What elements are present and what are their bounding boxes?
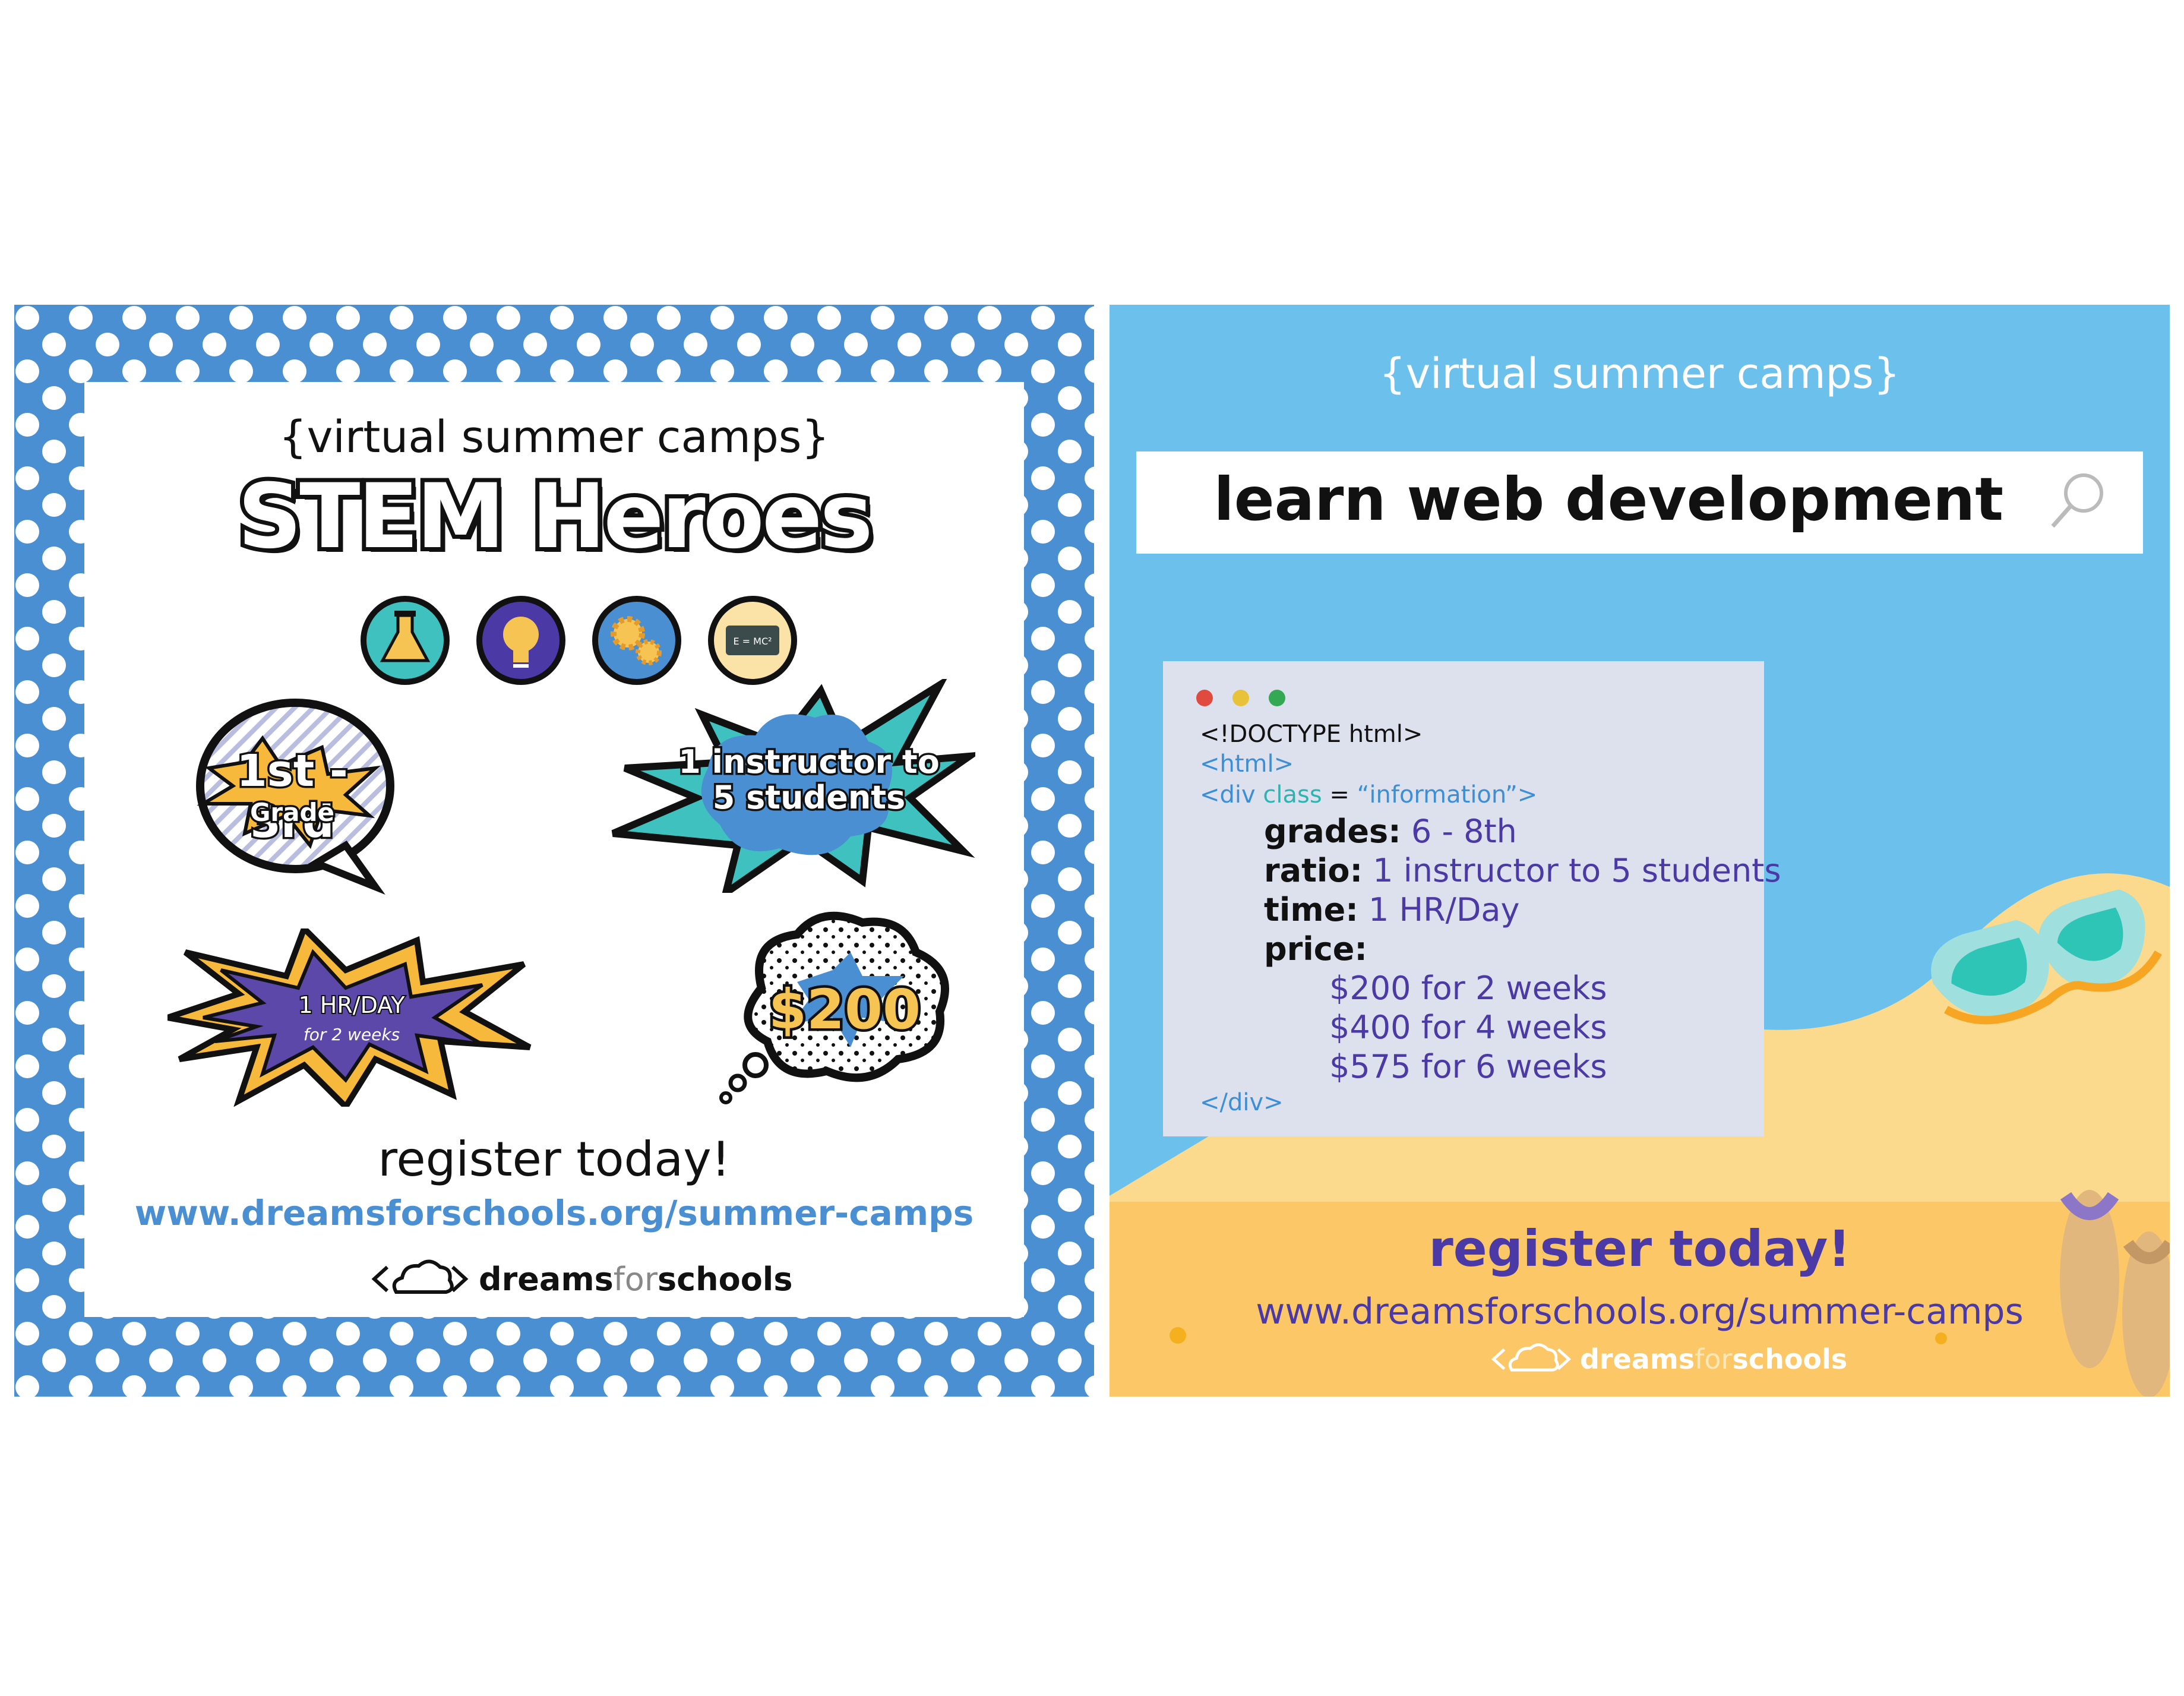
close-dot-icon[interactable] xyxy=(1196,690,1213,706)
code-price-1: $200 for 2 weeks xyxy=(1329,969,1607,1007)
code-div-close: </div> xyxy=(1200,1089,1284,1116)
logo-part-schools: schools xyxy=(1732,1343,1848,1375)
search-text: learn web development xyxy=(1213,465,2004,534)
hours-badge-line1: 1 HR/DAY xyxy=(298,991,406,1019)
icon-row: E = MC² xyxy=(361,596,797,685)
ratio-badge-line2: 5 students xyxy=(710,777,907,819)
code-html-tag: <html> xyxy=(1200,750,1294,778)
code-grades: grades: 6 - 8th xyxy=(1264,813,1517,850)
dreamsforschools-logo: dreamsforschools xyxy=(369,1255,792,1303)
chalkboard-text: E = MC² xyxy=(733,636,772,647)
web-development-poster: {virtual summer camps} learn web develop… xyxy=(1110,305,2170,1397)
minimize-dot-icon[interactable] xyxy=(1232,690,1249,706)
chalkboard-icon: E = MC² xyxy=(708,596,797,685)
cloud-code-icon xyxy=(371,1259,469,1294)
logo-part-dreams: dreams xyxy=(479,1260,614,1298)
code-window: <!DOCTYPE html> <html> <div class = “inf… xyxy=(1163,661,1781,1136)
code-doctype: <!DOCTYPE html> xyxy=(1200,721,1423,748)
search-icon[interactable] xyxy=(2048,469,2107,535)
subtitle: {virtual summer camps} xyxy=(1379,349,1900,398)
dreamsforschools-logo: dreamsforschools xyxy=(1490,1338,1847,1380)
subtitle: {virtual summer camps} xyxy=(279,412,830,463)
code-price-key: price: xyxy=(1264,930,1368,968)
register-heading: register today! xyxy=(378,1132,731,1187)
lightbulb-icon xyxy=(476,596,565,685)
cloud-code-icon xyxy=(1491,1343,1572,1372)
grade-badge-line2: Grade xyxy=(248,796,336,829)
search-bar[interactable]: learn web development xyxy=(1136,451,2143,554)
code-time: time: 1 HR/Day xyxy=(1264,891,1520,928)
window-controls xyxy=(1196,690,1285,706)
register-url[interactable]: www.dreamsforschools.org/summer-camps xyxy=(1110,1291,2170,1332)
logo-part-for: for xyxy=(613,1260,658,1298)
hours-badge-line2: for 2 weeks xyxy=(303,1025,400,1044)
code-ratio: ratio: 1 instructor to 5 students xyxy=(1264,852,1781,889)
maximize-dot-icon[interactable] xyxy=(1269,690,1285,706)
logo-part-dreams: dreams xyxy=(1580,1343,1695,1375)
poster-panel: {virtual summer camps} STEM Heroes E = M… xyxy=(84,382,1024,1317)
register-url[interactable]: www.dreamsforschools.org/summer-camps xyxy=(84,1193,1024,1233)
ratio-badge-line1: 1 instructor to xyxy=(677,741,942,783)
code-div-open: <div class = “information”> xyxy=(1200,781,1538,808)
logo-part-for: for xyxy=(1695,1343,1733,1375)
code-price-2: $400 for 4 weeks xyxy=(1329,1009,1607,1046)
gears-icon xyxy=(592,596,681,685)
flask-icon xyxy=(361,596,450,685)
logo-part-schools: schools xyxy=(658,1260,793,1298)
price-badge-text: $200 xyxy=(766,975,923,1044)
code-price-3: $575 for 6 weeks xyxy=(1329,1048,1607,1085)
grade-badge-line1: 1st - 3rd xyxy=(235,744,350,850)
stem-heroes-poster: {virtual summer camps} STEM Heroes E = M… xyxy=(14,305,1094,1397)
register-heading: register today! xyxy=(1428,1220,1851,1278)
poster-title: STEM Heroes xyxy=(233,461,877,573)
